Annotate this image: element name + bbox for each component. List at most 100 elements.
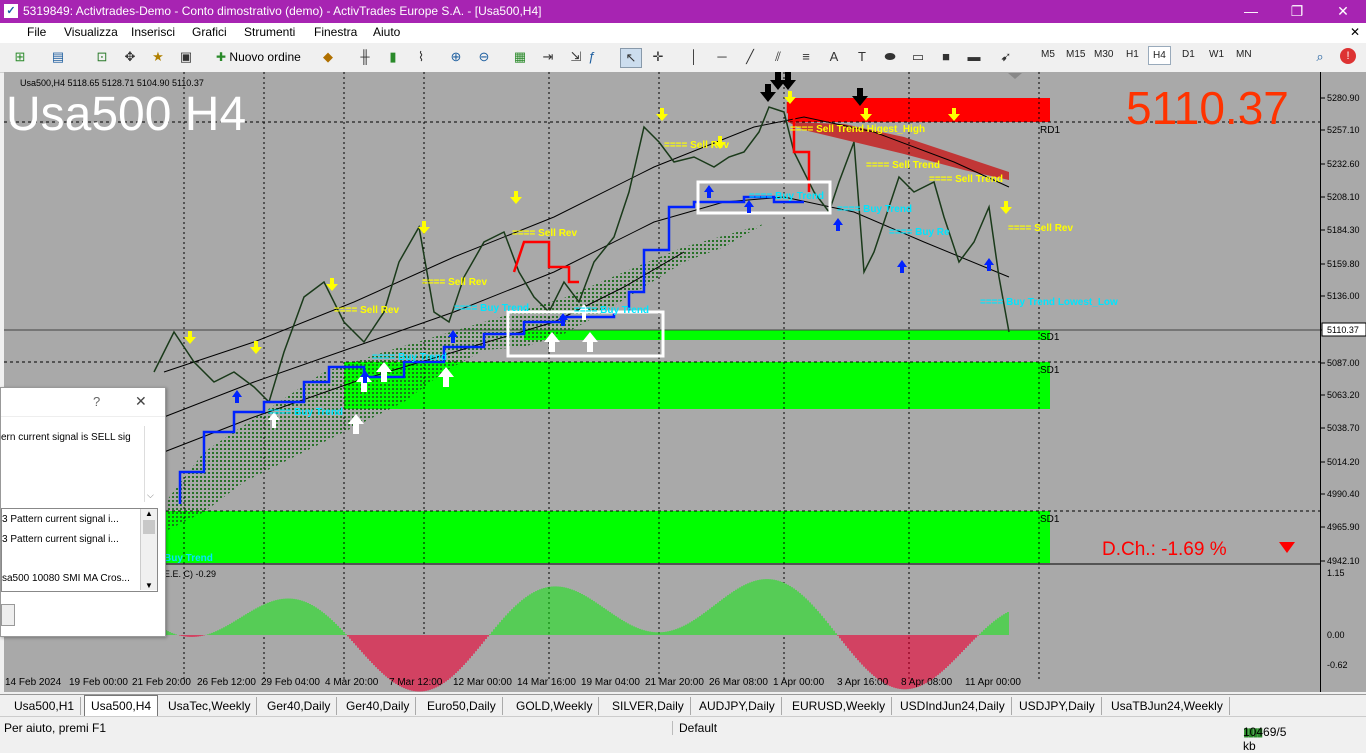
alert-list-item-2[interactable]: 3 Pattern current signal i... — [2, 531, 140, 549]
fibo-fan-icon[interactable]: ▭ — [908, 48, 928, 66]
tf-h1[interactable]: H1 — [1126, 49, 1139, 60]
zoom-out-icon[interactable]: ⊖ — [474, 48, 494, 66]
alert-list-scrollbar[interactable]: ▲ ▼ — [140, 509, 157, 590]
menu-insert[interactable]: Inserisci — [131, 25, 175, 39]
menu-window[interactable]: Finestra — [314, 25, 357, 39]
tf-h4[interactable]: H4 — [1148, 46, 1171, 65]
arrows-icon[interactable]: ➹ — [996, 48, 1016, 66]
tab-ger40-daily-2[interactable]: Ger40,Daily — [340, 697, 417, 715]
tf-d1[interactable]: D1 — [1182, 49, 1195, 60]
label-icon[interactable]: T — [852, 48, 872, 66]
mdi-close-icon[interactable]: ✕ — [1350, 25, 1360, 39]
restore-button[interactable]: ❐ — [1274, 0, 1320, 23]
date-tick-label: 19 Feb 00:00 — [69, 677, 128, 688]
menu-charts[interactable]: Grafici — [192, 25, 227, 39]
date-tick-label: 14 Feb 2024 — [5, 677, 62, 688]
tab-silver-daily[interactable]: SILVER,Daily — [606, 697, 691, 715]
ann-sell-rev-2: ==== Sell Rev — [422, 277, 487, 288]
search-icon[interactable]: ⌕ — [1310, 48, 1330, 66]
tab-gold-weekly[interactable]: GOLD,Weekly — [510, 697, 600, 715]
menu-file[interactable]: File — [27, 25, 46, 39]
scroll-thumb[interactable] — [143, 520, 155, 534]
date-tick-label: 14 Mar 16:00 — [517, 677, 576, 688]
tab-eurusd-weekly[interactable]: EURUSD,Weekly — [786, 697, 893, 715]
dialog-close-button[interactable]: ✕ — [135, 393, 147, 410]
scroll-down-arrow-icon[interactable]: ▼ — [141, 581, 157, 590]
tab-usa500-h1[interactable]: Usa500,H1 — [8, 697, 82, 715]
indicators-icon[interactable]: ƒ — [582, 48, 602, 66]
profiles-icon[interactable]: ▤ — [48, 48, 68, 66]
terminal-icon[interactable]: ▣ — [176, 48, 196, 66]
new-chart-icon[interactable]: ⊞ — [10, 48, 30, 66]
dialog-message-scrollbar[interactable]: ⌵ — [144, 426, 159, 502]
tf-m5[interactable]: M5 — [1041, 49, 1055, 60]
ellipse-icon[interactable]: ⬬ — [880, 48, 900, 66]
tf-m15[interactable]: M15 — [1066, 49, 1085, 60]
tab-usdjpy-daily[interactable]: USDJPY,Daily — [1013, 697, 1102, 715]
alert-dialog[interactable]: ? ✕ ern current signal is SELL sig ⌵ 3 P… — [0, 387, 166, 637]
zoom-in-icon[interactable]: ⊕ — [446, 48, 466, 66]
data-window-icon[interactable]: ✥ — [120, 48, 140, 66]
indicator-tick-label: -0.62 — [1327, 660, 1348, 670]
dialog-help-button[interactable]: ? — [93, 394, 100, 409]
price-tick-label: 4990.40 — [1327, 489, 1360, 499]
text-icon[interactable]: A — [824, 48, 844, 66]
candles-icon[interactable]: ▮ — [383, 48, 403, 66]
date-axis: 14 Feb 2024 19 Feb 00:00 21 Feb 20:00 26 Fe… — [5, 677, 1021, 688]
navigator-icon[interactable]: ★ — [148, 48, 168, 66]
rectangle-icon[interactable]: ■ — [936, 48, 956, 66]
new-order-button[interactable]: ✚ Nuovo ordine — [212, 47, 305, 67]
autotrading-icon[interactable]: ◆ — [318, 48, 338, 66]
tab-usa500-h4[interactable]: Usa500,H4 — [84, 695, 159, 717]
date-tick-label: 26 Mar 08:00 — [709, 677, 768, 688]
tab-usatec-weekly[interactable]: UsaTec,Weekly — [162, 697, 258, 715]
alert-list-item-1[interactable]: 3 Pattern current signal i... — [2, 511, 140, 529]
window-title: 5319849: Activtrades-Demo - Conto dimost… — [23, 4, 542, 18]
tab-usatb-weekly[interactable]: UsaTBJun24,Weekly — [1105, 697, 1230, 715]
tab-ger40-daily-1[interactable]: Ger40,Daily — [261, 697, 338, 715]
close-button[interactable]: ✕ — [1320, 0, 1366, 23]
tile-windows-icon[interactable]: ▦ — [510, 48, 530, 66]
chart-area[interactable]: ==== Sell Rev ==== Sell Rev ==== Sell Re… — [3, 72, 1320, 692]
status-bar: Per aiuto, premi F1 Default ▮▮▮▮ 10469/5… — [0, 716, 1366, 753]
indicator-tick-label: 0.00 — [1327, 630, 1345, 640]
fibonacci-icon[interactable]: ≡ — [796, 48, 816, 66]
line-chart-icon[interactable]: ⌇ — [411, 48, 431, 66]
tf-m30[interactable]: M30 — [1094, 49, 1113, 60]
new-order-label: Nuovo ordine — [229, 50, 301, 64]
alert-list[interactable]: 3 Pattern current signal i... 3 Pattern … — [1, 508, 158, 592]
bar-chart-icon[interactable]: ╫ — [355, 48, 375, 66]
new-order-icon: ✚ — [216, 50, 227, 64]
vertical-line-icon[interactable]: │ — [684, 48, 704, 66]
price-tick-label: 5110.37 — [1327, 325, 1359, 335]
scroll-up-icon[interactable]: ▲ — [141, 509, 157, 518]
menu-help[interactable]: Aiuto — [373, 25, 400, 39]
channel-icon[interactable]: ⫽ — [768, 48, 788, 66]
tab-euro50-daily[interactable]: Euro50,Daily — [421, 697, 503, 715]
tf-w1[interactable]: W1 — [1209, 49, 1224, 60]
status-profile: Default — [672, 721, 717, 735]
chart-shift-icon[interactable]: ⇥ — [538, 48, 558, 66]
minimize-button[interactable]: — — [1228, 0, 1274, 23]
cursor-icon[interactable]: ↖ — [620, 48, 642, 68]
crosshair-icon[interactable]: ✛ — [648, 48, 668, 66]
price-tick-label: 4942.10 — [1327, 556, 1360, 566]
market-watch-icon[interactable]: ⊡ — [92, 48, 112, 66]
date-tick-label: 11 Apr 00:00 — [965, 677, 1021, 688]
scroll-down-icon[interactable]: ⌵ — [147, 490, 154, 501]
tab-audjpy-daily[interactable]: AUDJPY,Daily — [693, 697, 782, 715]
horizontal-line-icon[interactable]: ─ — [712, 48, 732, 66]
price-tick-label: 5063.20 — [1327, 390, 1360, 400]
trendline-icon[interactable]: ╱ — [740, 48, 760, 66]
tab-usdind-daily[interactable]: USDIndJun24,Daily — [894, 697, 1012, 715]
date-tick-label: 12 Mar 00:00 — [453, 677, 512, 688]
chart-canvas[interactable]: ==== Sell Rev ==== Sell Rev ==== Sell Re… — [3, 72, 1320, 692]
price-tick-label: 5038.70 — [1327, 423, 1360, 433]
menu-view[interactable]: Visualizza — [64, 25, 118, 39]
dialog-button[interactable] — [1, 604, 15, 626]
gann-icon[interactable]: ▬ — [964, 48, 984, 66]
notification-icon[interactable]: ! — [1340, 48, 1356, 64]
menu-tools[interactable]: Strumenti — [244, 25, 295, 39]
tf-mn[interactable]: MN — [1236, 49, 1252, 60]
alert-list-item-3[interactable]: sa500 10080 SMI MA Cros... — [2, 570, 140, 588]
